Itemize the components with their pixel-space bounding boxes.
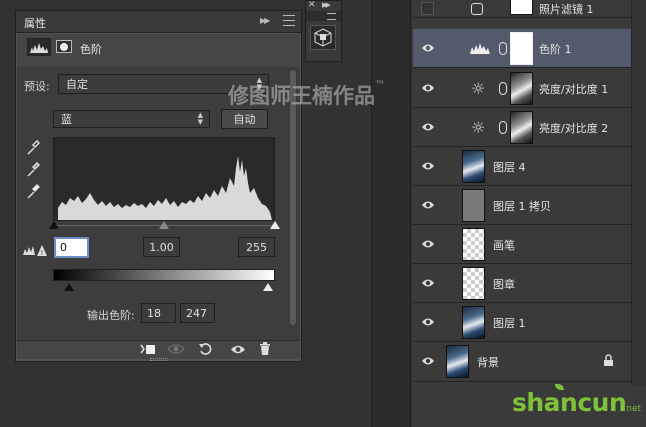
layer-row-stamp[interactable]: 图章 <box>413 264 631 303</box>
layers-scrollbar[interactable] <box>631 0 646 385</box>
close-icon[interactable]: ✕ <box>308 0 316 10</box>
panel-menu-icon[interactable] <box>327 13 336 20</box>
clip-to-layer-icon[interactable] <box>140 343 156 355</box>
layer-row-layer-4[interactable]: 图层 4 <box>413 147 631 186</box>
visibility-checkbox[interactable] <box>421 2 434 15</box>
collapse-icon[interactable]: ▶▶ <box>322 1 331 9</box>
link-icon[interactable] <box>499 82 507 95</box>
visibility-icon[interactable] <box>230 344 246 358</box>
histogram <box>53 137 275 221</box>
layer-mask-thumb <box>510 0 533 15</box>
svg-text:!: ! <box>41 249 44 257</box>
layer-name[interactable]: 图章 <box>493 276 515 292</box>
input-black-value: 0 <box>60 241 67 254</box>
layer-name[interactable]: 图层 1 <box>493 315 526 331</box>
layer-thumb <box>462 306 485 339</box>
output-gradient <box>53 269 275 281</box>
layer-name[interactable]: 照片滤镜 1 <box>539 1 594 17</box>
output-white-slider[interactable] <box>263 283 273 291</box>
layer-name[interactable]: 亮度/对比度 1 <box>539 81 608 97</box>
input-black-slider[interactable] <box>49 221 59 229</box>
logo-sub: net <box>626 404 642 414</box>
gray-eyedropper-icon[interactable] <box>26 161 41 181</box>
eye-icon[interactable] <box>421 238 435 250</box>
layer-row-background[interactable]: 背景 <box>413 342 631 382</box>
layer-name[interactable]: 画笔 <box>493 237 515 253</box>
channel-value: 蓝 <box>61 113 72 126</box>
link-icon[interactable] <box>499 42 507 55</box>
link-icon[interactable] <box>499 121 507 134</box>
eye-icon[interactable] <box>421 121 435 133</box>
layer-row-layer-1[interactable]: 图层 1 <box>413 303 631 342</box>
white-eyedropper-icon[interactable] <box>26 183 41 203</box>
mask-icon[interactable] <box>56 40 72 53</box>
output-white-field[interactable]: 247 <box>180 303 215 323</box>
layer-row-brightness-2[interactable]: ☼ 亮度/对比度 2 <box>413 108 631 147</box>
brightness-contrast-icon: ☼ <box>471 118 486 137</box>
layer-name[interactable]: 亮度/对比度 2 <box>539 120 608 136</box>
layer-name[interactable]: 色阶 1 <box>539 41 572 57</box>
channel-dropdown[interactable]: 蓝 ▲ ▼ <box>53 110 210 128</box>
properties-titlebar <box>16 11 301 33</box>
3d-cube-icon[interactable] <box>310 25 336 50</box>
watermark-text: 修图师王楠作品 <box>228 83 375 108</box>
input-gamma-slider[interactable] <box>159 221 169 229</box>
layer-row-photo-filter[interactable]: 照片滤镜 1 <box>413 0 631 18</box>
view-previous-icon[interactable] <box>167 343 185 358</box>
eye-icon[interactable] <box>421 199 435 211</box>
layer-thumb <box>462 189 485 222</box>
collapse-icon[interactable]: ▶▶ <box>260 16 270 25</box>
layer-row-brush[interactable]: 画笔 <box>413 225 631 264</box>
panel-menu-icon[interactable] <box>283 15 295 26</box>
panel-divider <box>371 0 411 427</box>
resize-grip[interactable] <box>150 358 168 361</box>
dropdown-arrows-icon: ▲ ▼ <box>197 111 203 126</box>
properties-tab[interactable]: 属性 <box>24 15 46 31</box>
reset-icon[interactable] <box>198 342 212 359</box>
layer-thumb <box>462 228 485 261</box>
lock-icon[interactable] <box>603 354 614 367</box>
eye-icon[interactable] <box>421 42 435 54</box>
layer-name[interactable]: 图层 1 拷贝 <box>493 198 551 214</box>
properties-bottom-toolbar <box>17 340 300 359</box>
preset-value: 自定 <box>66 78 88 91</box>
layer-thumb <box>462 267 485 300</box>
eye-icon[interactable] <box>421 277 435 289</box>
logo-text: shancun <box>512 388 627 417</box>
layer-row-brightness-1[interactable]: ☼ 亮度/对比度 1 <box>413 69 631 108</box>
watermark-tm: ™ <box>375 80 385 91</box>
layer-name[interactable]: 背景 <box>477 354 499 370</box>
delete-icon[interactable] <box>259 342 271 359</box>
input-gamma-field[interactable]: 1.00 <box>143 237 180 257</box>
input-black-field[interactable]: 0 <box>54 237 89 258</box>
black-eyedropper-icon[interactable] <box>26 139 41 159</box>
layer-mask-thumb <box>510 72 533 105</box>
watermark: 修图师王楠作品™ <box>228 80 385 110</box>
output-label: 输出色阶: <box>87 309 135 322</box>
panel-name: 色阶 <box>80 43 102 56</box>
clipping-warning-icon[interactable]: ! <box>22 243 48 260</box>
output-black-field[interactable]: 18 <box>141 303 176 323</box>
brightness-contrast-icon: ☼ <box>471 79 486 98</box>
site-logo: shancunnet <box>512 388 641 417</box>
eye-icon[interactable] <box>421 355 435 367</box>
eye-icon[interactable] <box>421 316 435 328</box>
layer-name[interactable]: 图层 4 <box>493 159 526 175</box>
auto-button[interactable]: 自动 <box>221 109 268 129</box>
layer-mask-thumb <box>510 111 533 144</box>
input-white-slider[interactable] <box>270 221 280 229</box>
photo-filter-icon <box>471 3 483 15</box>
eye-icon[interactable] <box>421 160 435 172</box>
layer-thumb <box>446 345 469 378</box>
layer-row-layer-1-copy[interactable]: 图层 1 拷贝 <box>413 186 631 225</box>
preset-label: 预设: <box>24 80 50 93</box>
layer-thumb <box>462 150 485 183</box>
layer-mask-thumb <box>510 32 533 65</box>
input-white-field[interactable]: 255 <box>238 237 275 257</box>
layer-row-levels[interactable]: 色阶 1 <box>413 29 631 68</box>
output-black-slider[interactable] <box>64 283 74 291</box>
eye-icon[interactable] <box>421 82 435 94</box>
levels-icon <box>470 43 490 54</box>
levels-icon <box>27 38 51 56</box>
